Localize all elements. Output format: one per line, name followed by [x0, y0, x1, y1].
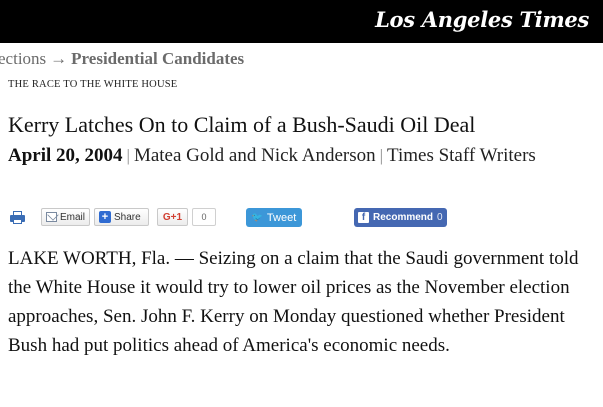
top-bar: Los Angeles Times [0, 0, 603, 43]
email-button[interactable]: Email [41, 208, 90, 226]
recommend-count: 0 [437, 212, 443, 223]
byline-separator: | [379, 146, 384, 165]
facebook-recommend-button[interactable]: f Recommend 0 [354, 208, 447, 227]
article-headline: Kerry Latches On to Claim of a Bush-Saud… [8, 112, 476, 137]
printer-icon [9, 210, 25, 224]
article-date: April 20, 2004 [8, 145, 123, 166]
tweet-label: Tweet [266, 211, 297, 224]
article-authors: Matea Gold and Nick Anderson [133, 145, 376, 166]
google-plus-count: 0 [192, 208, 216, 226]
article-author-role: Times Staff Writers [387, 145, 536, 166]
print-button[interactable] [8, 208, 26, 226]
share-toolbar: Email + Share G+1 0 🐦 Tweet f Recommend … [8, 208, 598, 230]
article-body: LAKE WORTH, Fla. — Seizing on a claim th… [8, 248, 579, 356]
email-label: Email [59, 211, 85, 223]
article-byline: April 20, 2004 | Matea Gold and Nick Ander… [8, 142, 598, 170]
breadcrumb-elections-link[interactable]: ections [0, 49, 46, 68]
envelope-icon [46, 212, 57, 222]
share-button[interactable]: + Share [94, 208, 149, 226]
share-label: Share [114, 211, 141, 223]
plus-icon: + [99, 211, 111, 223]
masthead-logo[interactable]: Los Angeles Times [375, 7, 589, 32]
twitter-bird-icon: 🐦 [251, 212, 263, 222]
breadcrumb: ections → Presidential Candidates [0, 49, 244, 69]
facebook-icon: f [358, 212, 369, 223]
article-kicker: THE RACE TO THE WHITE HOUSE [8, 79, 178, 90]
google-plus-button[interactable]: G+1 [157, 208, 188, 226]
tweet-button[interactable]: 🐦 Tweet [246, 208, 302, 227]
breadcrumb-arrow: → [50, 49, 68, 68]
byline-separator: | [126, 146, 130, 165]
recommend-label: Recommend [373, 212, 434, 223]
breadcrumb-current[interactable]: Presidential Candidates [71, 49, 244, 68]
